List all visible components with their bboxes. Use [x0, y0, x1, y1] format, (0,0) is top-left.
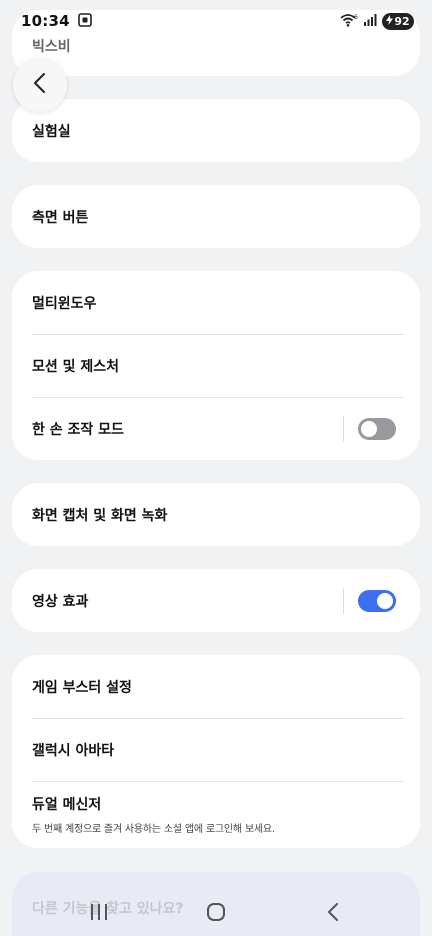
chevron-left-icon [32, 72, 48, 98]
galaxy-avatar-row[interactable]: 갤럭시 아바타 [12, 718, 420, 781]
status-bar: 10:34 6 92 [0, 0, 432, 42]
back-button[interactable] [13, 58, 67, 112]
battery-level: 92 [394, 14, 410, 28]
home-icon [206, 902, 226, 926]
back-arrow-icon [326, 902, 340, 926]
status-time: 10:34 [21, 12, 70, 30]
lab-card[interactable]: 실험실 [12, 99, 420, 162]
dual-messenger-row[interactable]: 듀얼 메신저 두 번째 계정으로 즐겨 사용하는 소셜 앱에 로그인해 보세요. [12, 781, 420, 848]
multi-window-row[interactable]: 멀티윈도우 [12, 271, 420, 334]
toggle-knob [361, 420, 377, 437]
toggle-knob [377, 592, 393, 609]
game-booster-label: 게임 부스터 설정 [32, 679, 132, 696]
lab-label: 실험실 [32, 123, 71, 140]
one-hand-mode-row[interactable]: 한 손 조작 모드 [12, 397, 420, 460]
one-hand-mode-toggle[interactable] [358, 417, 396, 440]
home-button[interactable] [196, 896, 236, 932]
svg-text:6: 6 [354, 14, 358, 21]
side-button-row[interactable]: 측면 버튼 [12, 185, 420, 248]
video-effects-toggle[interactable] [358, 589, 396, 612]
features-group-1: 멀티윈도우 모션 및 제스처 한 손 조작 모드 [12, 271, 420, 460]
multi-window-label: 멀티윈도우 [32, 295, 97, 312]
charging-icon [386, 14, 394, 28]
lab-row[interactable]: 실험실 [12, 99, 420, 162]
motion-gesture-label: 모션 및 제스처 [32, 358, 120, 375]
screen-record-icon [77, 12, 92, 31]
screen-capture-card[interactable]: 화면 캡처 및 화면 녹화 [12, 483, 420, 546]
features-group-2: 게임 부스터 설정 갤럭시 아바타 듀얼 메신저 두 번째 계정으로 즐겨 사용… [12, 655, 420, 848]
side-button-label: 측면 버튼 [32, 209, 89, 226]
dual-messenger-description: 두 번째 계정으로 즐겨 사용하는 소셜 앱에 로그인해 보세요. [32, 824, 275, 835]
motion-gesture-row[interactable]: 모션 및 제스처 [12, 334, 420, 397]
screen-capture-label: 화면 캡처 및 화면 녹화 [32, 507, 168, 524]
game-booster-row[interactable]: 게임 부스터 설정 [12, 655, 420, 718]
navigation-bar [0, 892, 432, 936]
one-hand-mode-label: 한 손 조작 모드 [32, 421, 124, 438]
divider [343, 415, 344, 442]
divider [343, 587, 344, 614]
galaxy-avatar-label: 갤럭시 아바타 [32, 742, 115, 759]
wifi-icon: 6 [340, 12, 358, 31]
side-button-card[interactable]: 측면 버튼 [12, 185, 420, 248]
battery-indicator: 92 [382, 12, 414, 30]
video-effects-card: 영상 효과 [12, 569, 420, 632]
video-effects-row[interactable]: 영상 효과 [12, 569, 420, 632]
recent-apps-button[interactable] [79, 896, 119, 932]
nav-back-button[interactable] [313, 896, 353, 932]
dual-messenger-label: 듀얼 메신저 [32, 797, 102, 813]
signal-icon [363, 12, 377, 31]
screen-capture-row[interactable]: 화면 캡처 및 화면 녹화 [12, 483, 420, 546]
video-effects-label: 영상 효과 [32, 593, 89, 610]
screen: 10:34 6 92 빅스비 실험실 측면 버튼 멀티윈도우 모션 및 제스처 … [0, 0, 432, 936]
recent-apps-icon [88, 903, 110, 925]
